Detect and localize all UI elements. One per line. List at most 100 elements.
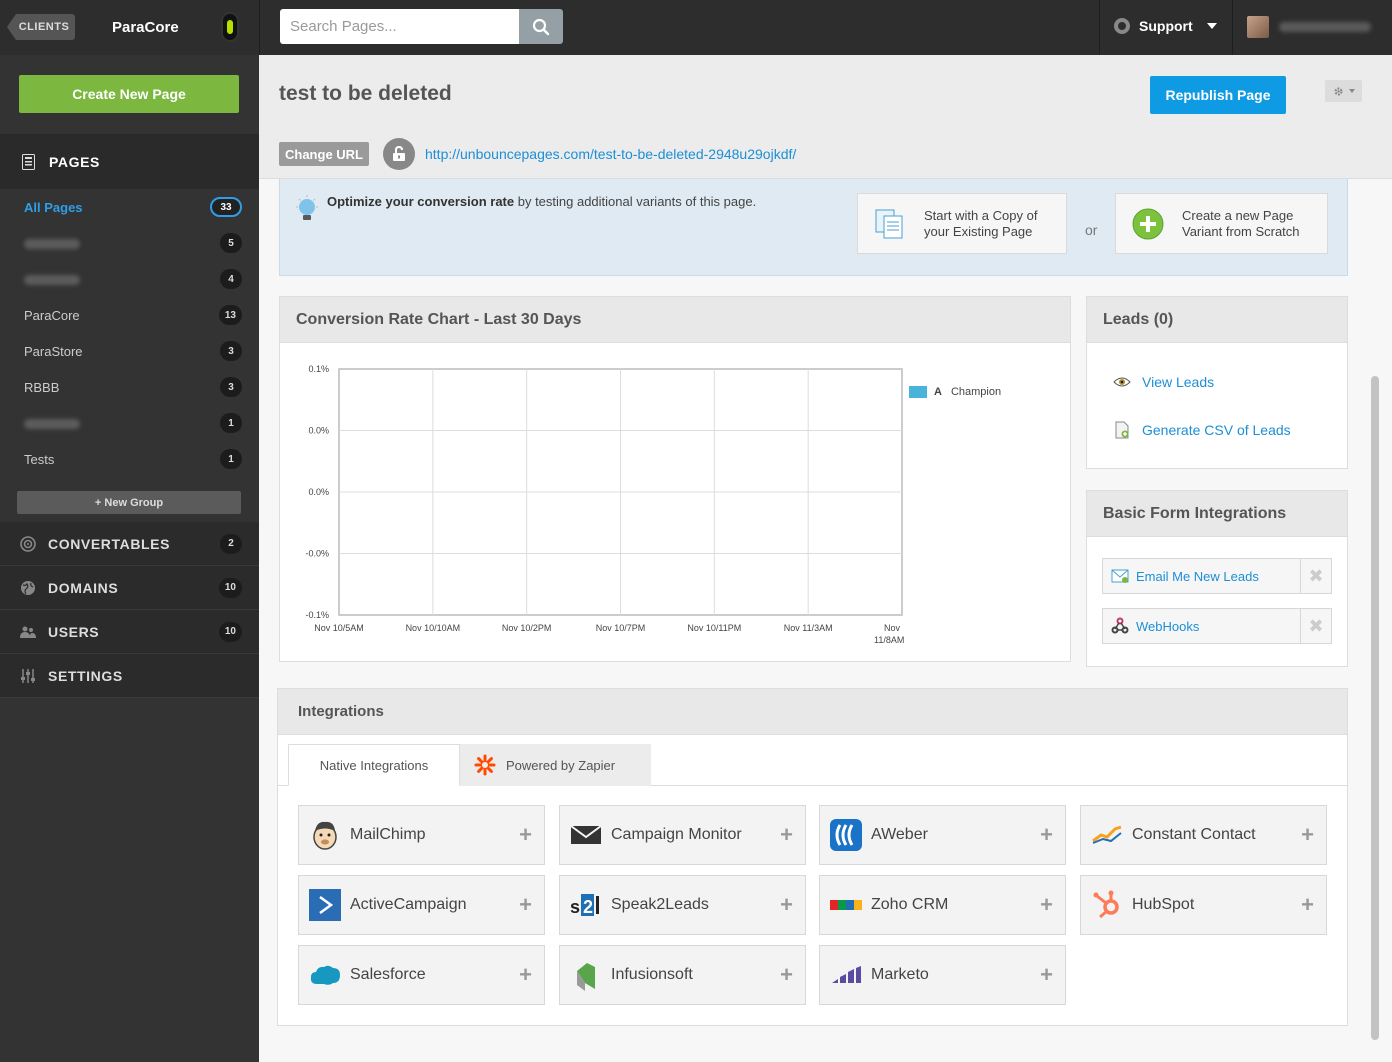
change-url-button[interactable]: Change URL — [279, 142, 369, 166]
email-me-new-leads-link[interactable]: Email Me New Leads — [1103, 567, 1300, 585]
integration-zoho-crm[interactable]: Zoho CRM + — [819, 875, 1066, 935]
integrations-panel: Integrations Native Integrations Powered… — [277, 688, 1348, 1026]
add-icon: + — [780, 892, 793, 917]
generate-csv-link[interactable]: Generate CSV of Leads — [1112, 420, 1291, 440]
integration-speak2leads[interactable]: s2 Speak2Leads + — [559, 875, 806, 935]
nav-label: SETTINGS — [48, 667, 123, 684]
divider — [259, 0, 260, 55]
campaign-monitor-icon — [570, 819, 602, 851]
globe-icon — [21, 580, 35, 595]
page-group-redacted[interactable]: xxxxxxx 5 — [0, 225, 259, 261]
page-group-all-pages[interactable]: All Pages 33 — [0, 189, 259, 225]
new-group-button[interactable]: + New Group — [17, 491, 241, 514]
tab-powered-by-zapier[interactable]: Powered by Zapier — [460, 744, 651, 786]
y-tick-label: 0.0% — [308, 426, 329, 436]
integration-infusionsoft[interactable]: Infusionsoft + — [559, 945, 806, 1005]
support-label: Support — [1139, 18, 1193, 34]
leads-panel: Leads (0) View Leads Generate CSV of Lea… — [1086, 296, 1348, 469]
email-icon — [1111, 567, 1129, 585]
speak2leads-icon: s2 — [570, 889, 602, 921]
view-leads-link[interactable]: View Leads — [1112, 372, 1214, 392]
svg-text:s: s — [570, 897, 580, 917]
y-tick-label: 0.0% — [308, 487, 329, 497]
webhooks-link[interactable]: WebHooks — [1103, 617, 1300, 635]
add-icon: + — [1301, 892, 1314, 917]
pages-title: PAGES — [49, 153, 100, 170]
copy-card-line1: Start with a Copy of — [924, 207, 1038, 223]
republish-page-button[interactable]: Republish Page — [1150, 76, 1286, 114]
integration-campaign-monitor[interactable]: Campaign Monitor + — [559, 805, 806, 865]
page-group-rbbb[interactable]: RBBB 3 — [0, 369, 259, 405]
integration-label: Marketo — [871, 966, 929, 983]
integration-aweber[interactable]: AWeber + — [819, 805, 1066, 865]
nav-settings[interactable]: SETTINGS — [0, 654, 259, 698]
optimize-banner: Optimize your conversion rate by testing… — [279, 179, 1348, 276]
settings-dropdown-button[interactable] — [1325, 80, 1362, 102]
integration-activecampaign[interactable]: ActiveCampaign + — [298, 875, 545, 935]
user-menu[interactable] — [1247, 16, 1392, 38]
clients-button[interactable]: CLIENTS — [7, 14, 75, 40]
pages-section-header[interactable]: PAGES — [0, 134, 259, 189]
divider — [1099, 0, 1100, 55]
page-header: test to be deleted Republish Page — [259, 55, 1392, 131]
tab-native-integrations[interactable]: Native Integrations — [288, 744, 460, 786]
page-group-paracore[interactable]: ParaCore 13 — [0, 297, 259, 333]
nav-users[interactable]: USERS 10 — [0, 610, 259, 654]
y-tick-label: -0.0% — [305, 549, 329, 559]
optimize-text: Optimize your conversion rate by testing… — [327, 194, 756, 209]
chart-panel-title: Conversion Rate Chart - Last 30 Days — [280, 297, 1070, 343]
search-input[interactable] — [280, 9, 519, 44]
eye-icon — [1112, 372, 1132, 392]
generate-csv-label: Generate CSV of Leads — [1142, 422, 1291, 438]
remove-integration-button[interactable]: ✖ — [1300, 559, 1331, 593]
add-icon: + — [1301, 822, 1314, 847]
integration-label: Speak2Leads — [611, 896, 709, 913]
page-group-label: ParaStore — [24, 343, 83, 359]
page-group-tests[interactable]: Tests 1 — [0, 441, 259, 477]
conversion-chart-panel: Conversion Rate Chart - Last 30 Days 0.1… — [279, 296, 1071, 662]
client-name[interactable]: ParaCore — [112, 19, 179, 36]
top-bar: CLIENTS ParaCore Support — [0, 0, 1392, 55]
new-variant-card[interactable]: Create a new Page Variant from Scratch — [1115, 193, 1328, 254]
count-badge: 13 — [218, 305, 242, 325]
integration-label: Constant Contact — [1132, 826, 1256, 843]
search-button[interactable] — [519, 9, 563, 44]
page-groups-list: All Pages 33 xxxxxxx 5 xxxxxxx 4 ParaCor… — [0, 189, 259, 477]
page-group-redacted[interactable]: xxxxxxx 4 — [0, 261, 259, 297]
integration-marketo[interactable]: Marketo + — [819, 945, 1066, 1005]
integration-constant-contact[interactable]: Constant Contact + — [1080, 805, 1327, 865]
x-tick-label: Nov 10/2PM — [502, 623, 552, 633]
main-content: test to be deleted Republish Page Change… — [259, 55, 1392, 1062]
user-name-redacted — [1279, 22, 1371, 32]
avatar — [1247, 16, 1269, 38]
count-badge: 33 — [210, 197, 242, 217]
zoho-icon — [830, 889, 862, 921]
integration-salesforce[interactable]: Salesforce + — [298, 945, 545, 1005]
scrollbar[interactable] — [1371, 376, 1379, 1040]
integration-hubspot[interactable]: HubSpot + — [1080, 875, 1327, 935]
create-new-page-button[interactable]: Create New Page — [19, 75, 239, 113]
y-tick-label: -0.1% — [305, 610, 329, 620]
count-badge: 10 — [218, 621, 242, 642]
nav-label: USERS — [48, 623, 100, 640]
nav-domains[interactable]: DOMAINS 10 — [0, 566, 259, 610]
count-badge: 10 — [218, 577, 242, 598]
x-tick-label: Nov 11/3AM — [784, 623, 833, 633]
integration-mailchimp[interactable]: MailChimp + — [298, 805, 545, 865]
page-group-parastore[interactable]: ParaStore 3 — [0, 333, 259, 369]
remove-integration-button[interactable]: ✖ — [1300, 609, 1331, 643]
copy-existing-page-card[interactable]: Start with a Copy of your Existing Page — [857, 193, 1067, 254]
add-icon: + — [780, 962, 793, 987]
page-group-label-redacted: xxxxxxx — [24, 416, 70, 431]
nav-convertables[interactable]: CONVERTABLES 2 — [0, 522, 259, 566]
add-icon: + — [1040, 892, 1053, 917]
email-me-new-leads-label: Email Me New Leads — [1136, 568, 1259, 584]
page-group-redacted[interactable]: xxxxxxx 1 — [0, 405, 259, 441]
form-integrations-panel: Basic Form Integrations Email Me New Lea… — [1086, 490, 1348, 667]
page-group-label: Tests — [24, 451, 55, 467]
page-url-link[interactable]: http://unbouncepages.com/test-to-be-dele… — [425, 146, 796, 162]
count-badge: 3 — [220, 377, 242, 397]
support-menu[interactable]: Support — [1114, 18, 1217, 34]
unlock-icon[interactable] — [383, 138, 415, 170]
integration-label: AWeber — [871, 826, 928, 843]
